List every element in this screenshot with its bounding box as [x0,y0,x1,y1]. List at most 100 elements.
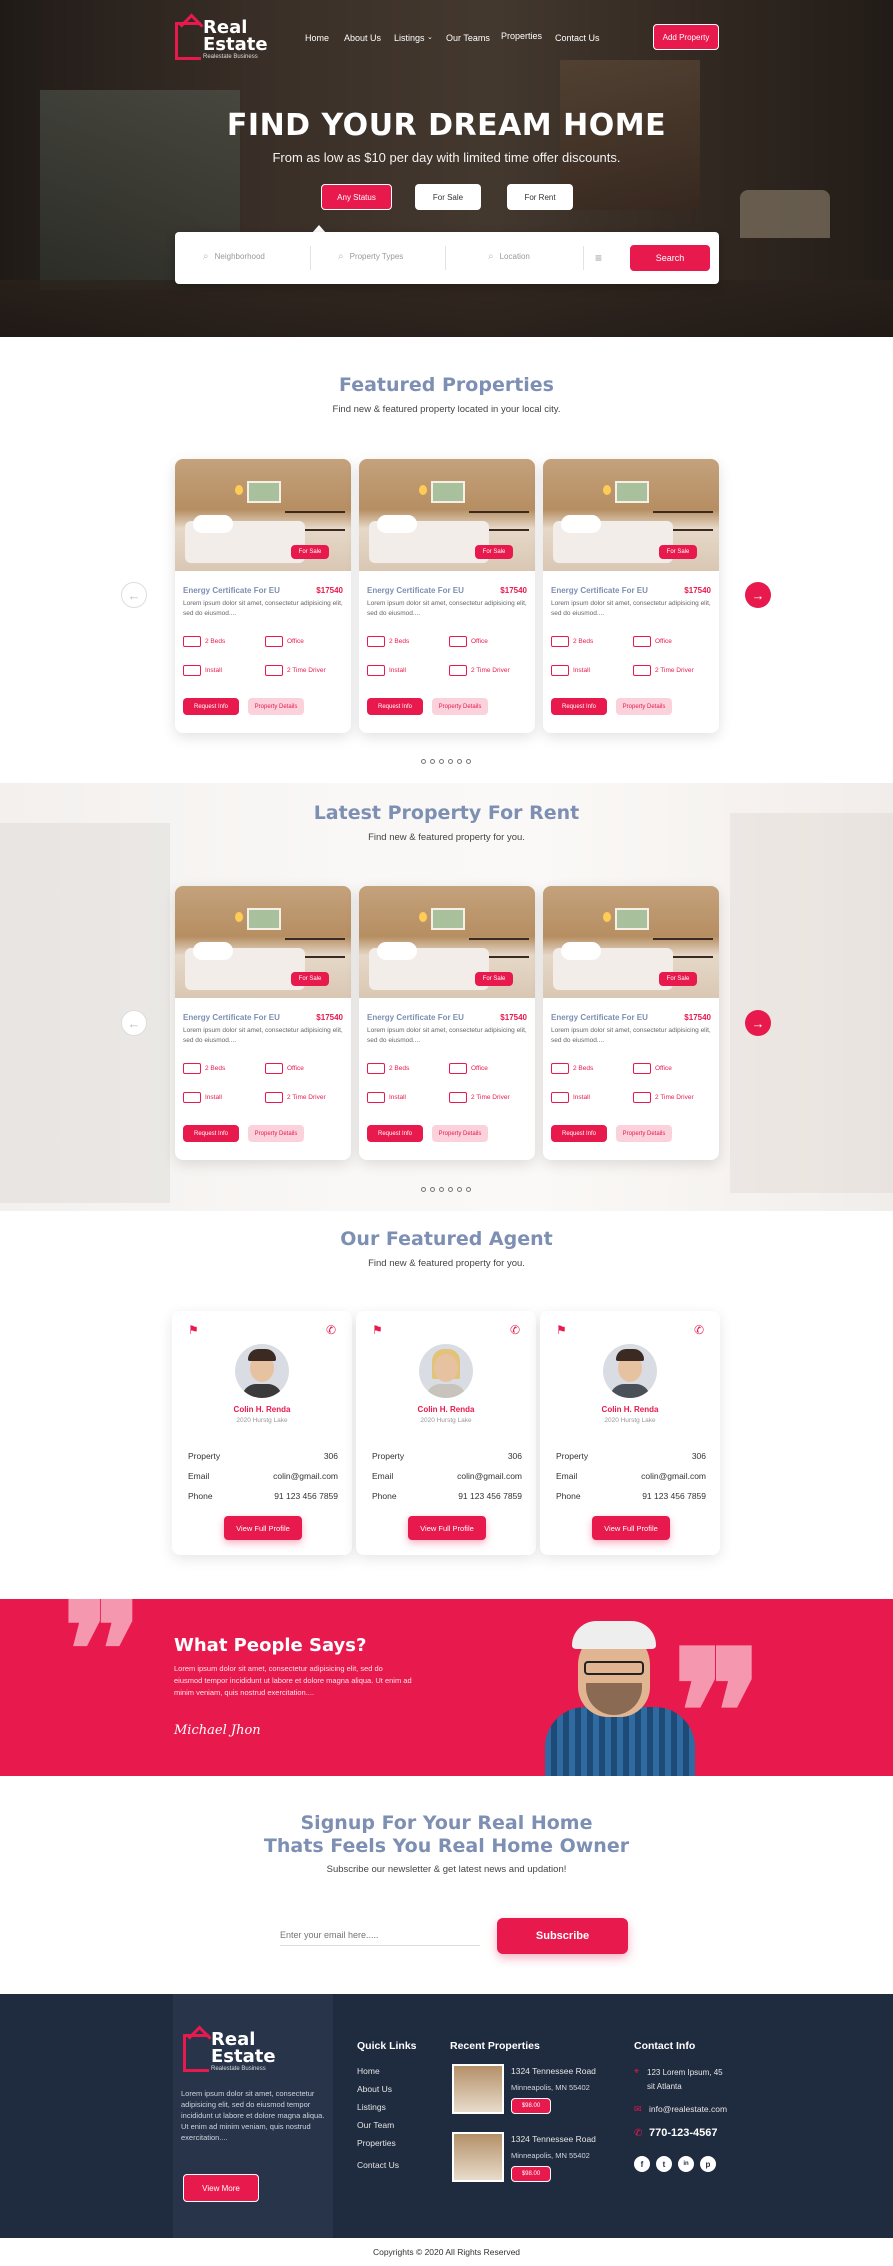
featured-next-arrow[interactable]: → [745,582,771,608]
request-info-button[interactable]: Request Info [551,1125,607,1142]
nav-about-us[interactable]: About Us [344,33,381,43]
recent-property-address[interactable]: 1324 Tennessee Road [511,2134,596,2144]
property-card[interactable]: For Sale Energy Certificate For EU $1754… [359,459,535,733]
agent-name[interactable]: Colin H. Renda [540,1405,720,1414]
footer-logo[interactable]: Real Estate Realestate Business [183,2028,293,2078]
request-info-button[interactable]: Request Info [183,698,239,715]
contact-email[interactable]: info@realestate.com [649,2104,727,2114]
nav-properties[interactable]: Properties [501,31,542,41]
property-details-button[interactable]: Property Details [248,698,304,715]
install-icon [551,1092,569,1103]
property-desc: Lorem ipsum dolor sit amet, consectetur … [551,600,711,617]
filter-for-rent[interactable]: For Rent [507,184,573,210]
nav-our-teams[interactable]: Our Teams [446,33,490,43]
bookmark-icon[interactable]: ⚑ [188,1323,199,1337]
agent-card[interactable]: ⚑ ✆ Colin H. Renda 2020 Hurstg Lake Prop… [540,1311,720,1555]
property-title[interactable]: Energy Certificate For EU [183,586,280,595]
bed-icon [183,636,201,647]
bookmark-icon[interactable]: ⚑ [556,1323,567,1337]
footer-link-about[interactable]: About Us [357,2084,392,2094]
pinterest-icon[interactable]: p [700,2156,716,2172]
phone-icon[interactable]: ✆ [694,1323,704,1337]
property-card[interactable]: For Sale Energy Certificate For EU $1754… [359,886,535,1160]
status-badge: For Sale [475,545,513,559]
rent-pagination[interactable] [421,1187,471,1192]
property-card[interactable]: For Sale Energy Certificate For EU $1754… [175,459,351,733]
search-button[interactable]: Search [630,245,710,271]
view-profile-button[interactable]: View Full Profile [224,1516,302,1540]
twitter-icon[interactable]: t [656,2156,672,2172]
featured-prev-arrow[interactable]: ← [121,582,147,608]
install-feature: Install [551,1092,590,1103]
property-types-field[interactable]: ⌕ Property Types [338,251,403,262]
property-card[interactable]: For Sale Energy Certificate For EU $1754… [543,886,719,1160]
bed-icon [551,1063,569,1074]
property-types-placeholder: Property Types [349,252,404,261]
property-desc: Lorem ipsum dolor sit amet, consectetur … [183,1027,343,1044]
footer-link-team[interactable]: Our Team [357,2120,394,2130]
view-profile-button[interactable]: View Full Profile [408,1516,486,1540]
agent-property-row: Property 306 [556,1451,706,1461]
phone-icon[interactable]: ✆ [510,1323,520,1337]
footer-link-contact[interactable]: Contact Us [357,2160,399,2170]
install-feature: Install [367,665,406,676]
property-details-button[interactable]: Property Details [432,1125,488,1142]
office-icon [449,636,467,647]
recent-property-price: $98.00 [511,2166,551,2182]
search-icon: ⌕ [488,251,494,262]
rent-next-arrow[interactable]: → [745,1010,771,1036]
property-card[interactable]: For Sale Energy Certificate For EU $1754… [543,459,719,733]
recent-property-price: $98.00 [511,2098,551,2114]
property-title[interactable]: Energy Certificate For EU [183,1013,280,1022]
property-details-button[interactable]: Property Details [432,698,488,715]
property-title[interactable]: Energy Certificate For EU [551,586,648,595]
property-details-button[interactable]: Property Details [248,1125,304,1142]
property-title[interactable]: Energy Certificate For EU [367,1013,464,1022]
add-property-button[interactable]: Add Property [653,24,719,50]
footer-link-home[interactable]: Home [357,2066,380,2076]
filter-menu-icon[interactable]: ≡ [595,251,602,265]
signup-title-line1: Signup For Your Real Home [300,1812,593,1834]
email-input[interactable] [280,1924,480,1946]
request-info-button[interactable]: Request Info [183,1125,239,1142]
location-field[interactable]: ⌕ Location [488,251,530,262]
view-profile-button[interactable]: View Full Profile [592,1516,670,1540]
install-icon [183,1092,201,1103]
property-title[interactable]: Energy Certificate For EU [367,586,464,595]
footer-link-listings[interactable]: Listings [357,2102,386,2112]
facebook-icon[interactable]: f [634,2156,650,2172]
subscribe-button[interactable]: Subscribe [497,1918,628,1954]
nav-listings[interactable]: Listings [394,33,425,43]
agent-name[interactable]: Colin H. Renda [356,1405,536,1414]
contact-phone[interactable]: 770-123-4567 [649,2127,718,2139]
nav-home[interactable]: Home [305,33,329,43]
neighborhood-field[interactable]: ⌕ Neighborhood [203,251,265,262]
filter-for-sale[interactable]: For Sale [415,184,481,210]
featured-pagination[interactable] [421,759,471,764]
brand-logo[interactable]: Real Estate Realestate Business [175,16,275,62]
phone-icon[interactable]: ✆ [326,1323,336,1337]
bookmark-icon[interactable]: ⚑ [372,1323,383,1337]
footer-link-properties[interactable]: Properties [357,2138,396,2148]
property-details-button[interactable]: Property Details [616,698,672,715]
recent-property-thumb[interactable] [452,2064,504,2114]
nav-contact-us[interactable]: Contact Us [555,33,600,43]
agent-name[interactable]: Colin H. Renda [172,1405,352,1414]
bed-icon [367,636,385,647]
agent-card[interactable]: ⚑ ✆ Colin H. Renda 2020 Hurstg Lake Prop… [356,1311,536,1555]
request-info-button[interactable]: Request Info [367,1125,423,1142]
request-info-button[interactable]: Request Info [551,698,607,715]
property-card[interactable]: For Sale Energy Certificate For EU $1754… [175,886,351,1160]
filter-any-status[interactable]: Any Status [321,184,392,210]
search-icon: ⌕ [338,251,344,262]
recent-property-thumb[interactable] [452,2132,504,2182]
recent-property-address[interactable]: 1324 Tennessee Road [511,2066,596,2076]
linkedin-icon[interactable]: in [678,2156,694,2172]
property-title[interactable]: Energy Certificate For EU [551,1013,648,1022]
view-more-button[interactable]: View More [183,2174,259,2202]
rent-prev-arrow[interactable]: ← [121,1010,147,1036]
agent-card[interactable]: ⚑ ✆ Colin H. Renda 2020 Hurstg Lake Prop… [172,1311,352,1555]
property-details-button[interactable]: Property Details [616,1125,672,1142]
request-info-button[interactable]: Request Info [367,698,423,715]
hero-title: FIND YOUR DREAM HOME [226,108,667,143]
